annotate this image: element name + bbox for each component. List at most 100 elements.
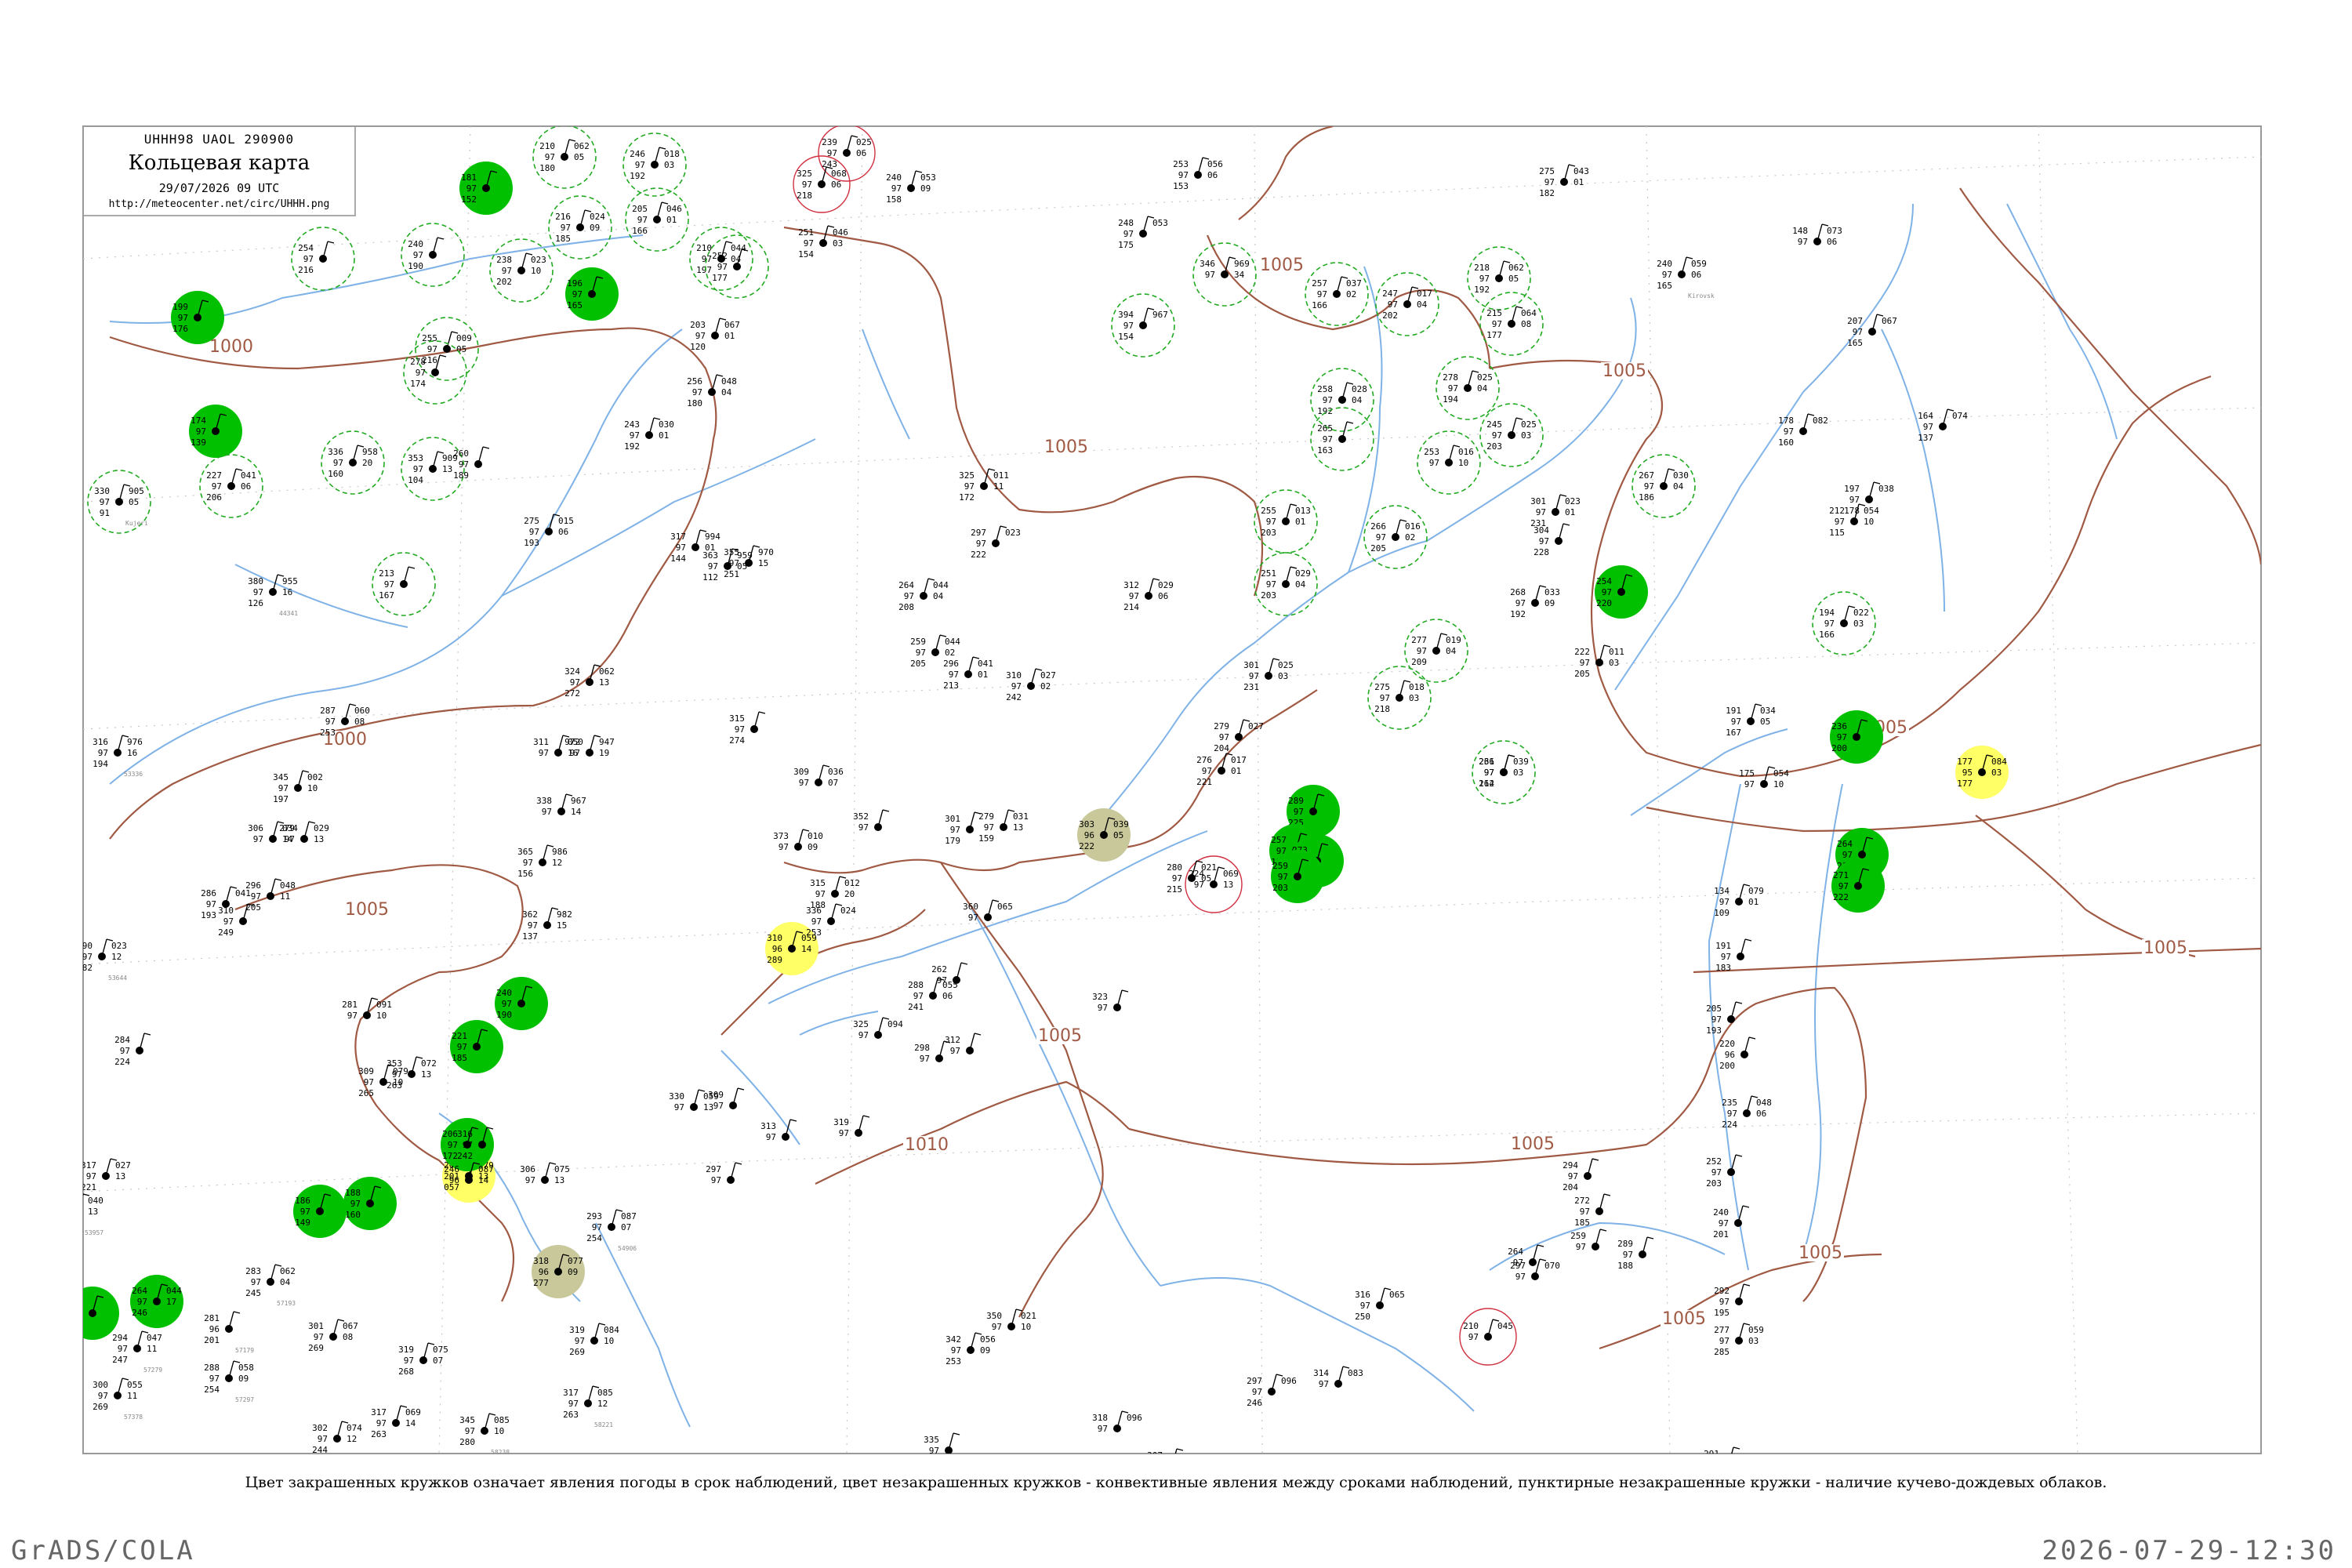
weather-station[interactable]: 29097182 02312 53644 — [77, 938, 127, 982]
weather-station[interactable]: 31097242 02702 — [1006, 668, 1056, 702]
weather-station[interactable]: 21097180 06205 — [532, 125, 597, 189]
weather-station[interactable]: 32597 094 — [853, 1017, 903, 1040]
weather-station[interactable]: 26697162 — [1479, 754, 1515, 789]
weather-station[interactable]: 32597172 01111 — [959, 468, 1009, 503]
weather-station[interactable]: 27597182 04301 — [1539, 164, 1589, 198]
weather-station[interactable]: 24397192 03001 — [624, 417, 674, 452]
weather-station[interactable]: 31797263 08512 58221 — [563, 1385, 613, 1428]
weather-station[interactable]: 35097 02110 — [986, 1308, 1036, 1332]
weather-station[interactable]: 30197231 02503 — [1243, 658, 1294, 692]
weather-station[interactable]: 30697 07513 — [520, 1162, 570, 1185]
weather-station[interactable]: 31897 096 — [1092, 1410, 1142, 1434]
weather-station[interactable]: 31497 083 — [1313, 1366, 1363, 1389]
weather-station[interactable]: 2969720504811 — [245, 878, 296, 913]
weather-station[interactable]: 31997269 08410 — [569, 1323, 619, 1357]
weather-station[interactable]: 36097 065 — [963, 899, 1013, 923]
weather-station[interactable]: 24097190 — [495, 977, 548, 1030]
weather-station[interactable]: 24097190 — [401, 223, 465, 287]
weather-station[interactable]: 31297 — [945, 1033, 982, 1056]
weather-station[interactable]: 27997159 03113 — [978, 809, 1029, 844]
weather-station[interactable]: 34297253 05609 — [946, 1332, 996, 1367]
weather-station[interactable]: 30797 — [1147, 1448, 1184, 1472]
weather-station[interactable]: 25597203 01301 — [1254, 489, 1318, 554]
weather-station[interactable]: 3309791 90505 Kujeri — [87, 470, 151, 534]
weather-station[interactable]: 27997 02913 — [279, 821, 329, 844]
weather-station[interactable]: 31597274 — [729, 711, 766, 746]
weather-station[interactable]: 27797209 01904 — [1404, 619, 1468, 683]
weather-station[interactable]: 25997203 — [1271, 850, 1324, 903]
weather-station[interactable]: 31997 — [833, 1115, 870, 1138]
weather-station[interactable]: 32497272 06213 — [564, 664, 615, 699]
weather-station[interactable]: 3019723102301 — [1530, 494, 1581, 528]
weather-station[interactable]: 29497247 04711 57279 — [112, 1330, 162, 1374]
weather-station[interactable]: 29797 — [706, 1162, 742, 1185]
weather-station[interactable]: 28197 09110 — [342, 997, 392, 1021]
weather-station[interactable]: 27797285 05903 — [1714, 1323, 1764, 1357]
weather-station[interactable]: 14897 07306 — [1792, 223, 1842, 247]
weather-station[interactable]: 34597197 00210 — [273, 770, 323, 804]
weather-station[interactable]: 17795177 08403 — [1955, 746, 2009, 799]
weather-station[interactable]: 25397 01610 — [1417, 430, 1481, 495]
weather-station[interactable]: 27397201 04013 53957 — [53, 1193, 103, 1236]
weather-station[interactable]: 25497220 — [1595, 565, 1648, 619]
weather-station[interactable]: 33697160 95820 — [321, 430, 385, 495]
weather-station[interactable]: 19197167 03405 — [1726, 703, 1776, 738]
weather-station[interactable]: 34697 96934 — [1192, 242, 1257, 307]
weather-station[interactable]: 28397245 06204 57193 — [245, 1264, 296, 1307]
weather-station[interactable]: 27597218 01803 — [1367, 666, 1432, 730]
weather-station[interactable]: 23697200 — [1830, 710, 1883, 764]
weather-station[interactable]: 20797165 067 — [1847, 314, 1897, 348]
weather-station[interactable]: 31197 05016 — [533, 735, 583, 758]
weather-station[interactable]: 29797246 096 — [1247, 1374, 1297, 1408]
weather-station[interactable]: 31997268 07507 — [398, 1342, 448, 1377]
weather-station[interactable]: 28997188 — [1617, 1236, 1654, 1271]
weather-station[interactable]: 24797202 01704 — [1375, 272, 1439, 336]
weather-station[interactable]: 18897160 — [343, 1177, 397, 1230]
weather-station[interactable]: 32397 — [1092, 989, 1129, 1013]
weather-station[interactable]: 30997 — [708, 1087, 745, 1111]
weather-station[interactable]: 25497216 — [291, 227, 355, 291]
weather-station[interactable]: 19697165 — [565, 267, 619, 321]
weather-station[interactable]: 3539710490913 — [401, 437, 465, 501]
weather-station[interactable]: 30997 03607 — [793, 764, 844, 788]
weather-station[interactable]: 23597224 04806 — [1722, 1095, 1772, 1130]
weather-station[interactable]: 24597203 02503 — [1479, 403, 1544, 467]
weather-station[interactable]: 13497109 07901 — [1714, 884, 1764, 918]
weather-station[interactable]: 29397254 08707 54906 — [586, 1209, 637, 1252]
weather-station[interactable]: 21897192 06205 — [1467, 246, 1531, 310]
weather-station[interactable]: 31697250 065 — [1355, 1287, 1405, 1322]
weather-station[interactable]: 37397 01009 — [773, 829, 823, 852]
weather-station[interactable]: 19497166 02203 — [1812, 591, 1876, 655]
weather-station[interactable]: 30997265 07910 — [358, 1064, 408, 1098]
weather-station[interactable]: 31297214 02906 — [1123, 578, 1174, 612]
weather-station[interactable]: 22096200 — [1719, 1036, 1756, 1071]
weather-station[interactable]: 30197269 06708 — [308, 1319, 358, 1353]
weather-station[interactable]: 24097165 05906 Kirovsk — [1657, 256, 1715, 299]
weather-station[interactable]: 25197203 02904 — [1254, 552, 1318, 616]
weather-station[interactable]: 17897160 082 — [1778, 413, 1828, 448]
weather-station[interactable]: 28897241 05506 — [908, 978, 958, 1012]
weather-station[interactable]: 26597163 — [1310, 407, 1374, 471]
weather-station[interactable]: 25997 — [1570, 1229, 1607, 1252]
weather-station[interactable]: 24897175 053 — [1118, 216, 1168, 250]
weather-station[interactable]: 29797222 023 — [971, 525, 1021, 560]
weather-station[interactable]: 36597156 98612 — [517, 844, 568, 879]
weather-station[interactable]: 26697205 01602 — [1363, 505, 1428, 569]
weather-station[interactable]: 19197183 — [1715, 938, 1752, 973]
weather-station[interactable]: 28497224 — [114, 1033, 151, 1067]
weather-station[interactable]: 26497246 04417 — [130, 1275, 183, 1328]
weather-station[interactable]: 17597 05410 — [1739, 766, 1789, 789]
weather-station[interactable]: 30297244 07412 — [312, 1421, 362, 1455]
weather-station[interactable]: 27997204 027 — [1214, 719, 1264, 753]
weather-station[interactable]: 20597166 04601 — [625, 187, 689, 252]
weather-station[interactable]: 38097126 95516 44341 — [248, 574, 298, 617]
weather-station[interactable]: 21397167 — [372, 552, 436, 616]
weather-station[interactable]: 31896277 07709 — [532, 1245, 585, 1298]
weather-station[interactable]: 27597193 01506 — [524, 514, 574, 548]
weather-station[interactable]: 2399724302506 — [818, 125, 876, 182]
weather-station[interactable]: 26797186 03004 — [1632, 454, 1696, 518]
weather-station[interactable]: 35297 — [853, 809, 890, 833]
weather-station[interactable]: 34597280 08510 58238 — [459, 1413, 510, 1456]
weather-station[interactable]: 16497137 074 — [1918, 408, 1968, 443]
weather-station[interactable]: 26097189 — [453, 446, 490, 481]
